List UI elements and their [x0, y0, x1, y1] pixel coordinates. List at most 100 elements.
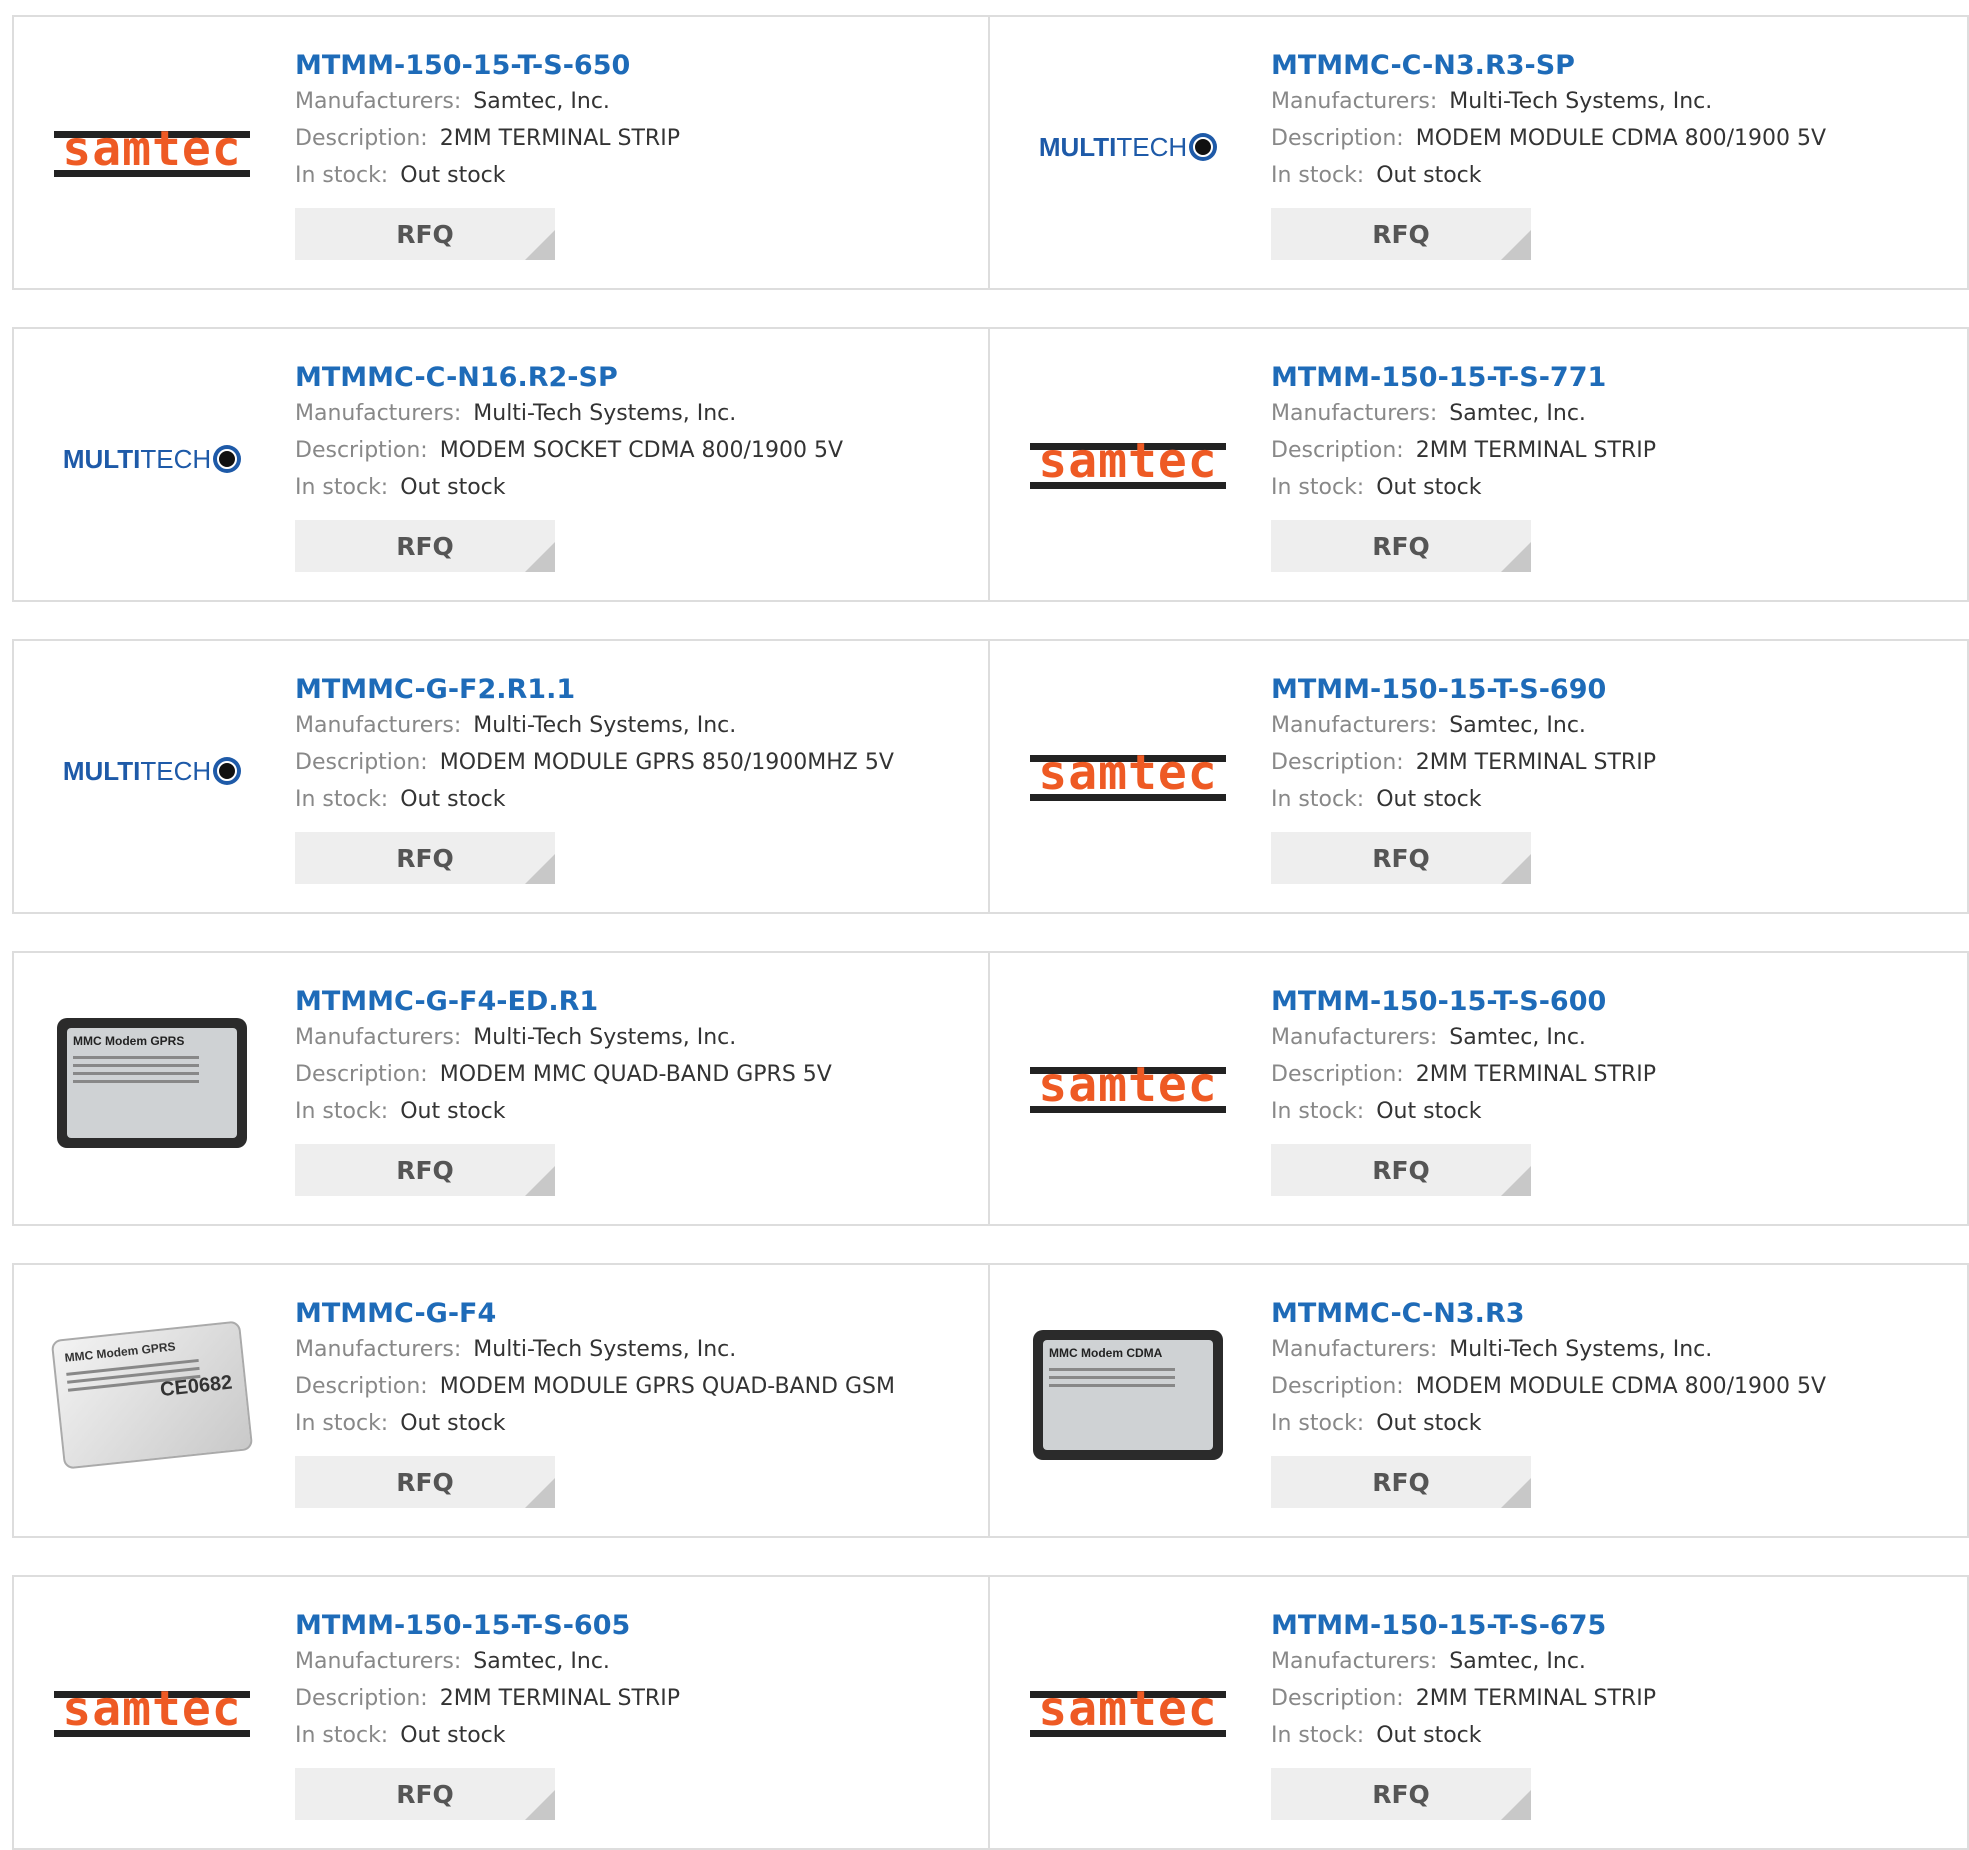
manufacturer-row: Manufacturers: Samtec, Inc. [1271, 395, 1947, 432]
description-row: Description: 2MM TERMINAL STRIP [1271, 1680, 1947, 1717]
product-image[interactable]: MMC Modem CDMA [1030, 1325, 1226, 1465]
product-image[interactable]: MMC Modem GPRS [54, 1013, 250, 1153]
description-value: 2MM TERMINAL STRIP [1415, 1062, 1656, 1087]
manufacturer-row: Manufacturers: Multi-Tech Systems, Inc. [1271, 83, 1947, 120]
product-title-link[interactable]: MTMMC-G-F4-ED.R1 [295, 985, 968, 1019]
stock-value: Out stock [1376, 1099, 1482, 1124]
manufacturer-label: Manufacturers: [1271, 1025, 1438, 1050]
samtec-logo[interactable]: samtec [1030, 389, 1226, 529]
samtec-logo[interactable]: samtec [1030, 701, 1226, 841]
manufacturer-value: Samtec, Inc. [1449, 713, 1586, 738]
samtec-logo[interactable]: samtec [54, 1637, 250, 1777]
stock-value: Out stock [400, 1411, 506, 1436]
manufacturer-value: Multi-Tech Systems, Inc. [473, 1337, 737, 1362]
stock-label: In stock: [295, 1099, 389, 1124]
rfq-button[interactable]: RFQ [295, 520, 555, 572]
rfq-button[interactable]: RFQ [295, 832, 555, 884]
rfq-button[interactable]: RFQ [1271, 1144, 1531, 1196]
stock-label: In stock: [295, 787, 389, 812]
stock-value: Out stock [400, 163, 506, 188]
product-title-link[interactable]: MTMM-150-15-T-S-650 [295, 49, 968, 83]
stock-row: In stock: Out stock [295, 469, 968, 506]
product-card: samtec MTMM-150-15-T-S-650 Manufacturers… [12, 15, 990, 290]
manufacturer-label: Manufacturers: [1271, 401, 1438, 426]
product-title-link[interactable]: MTMM-150-15-T-S-605 [295, 1609, 968, 1643]
product-title-link[interactable]: MTMMC-C-N16.R2-SP [295, 361, 968, 395]
product-title-link[interactable]: MTMMC-C-N3.R3 [1271, 1297, 1947, 1331]
description-value: MODEM SOCKET CDMA 800/1900 5V [439, 438, 843, 463]
multitech-logo[interactable]: MULTI TECH [1030, 77, 1226, 217]
description-value: MODEM MMC QUAD-BAND GPRS 5V [439, 1062, 832, 1087]
samtec-logo[interactable]: samtec [54, 77, 250, 217]
manufacturer-row: Manufacturers: Samtec, Inc. [1271, 1643, 1947, 1680]
stock-value: Out stock [1376, 1411, 1482, 1436]
description-label: Description: [1271, 126, 1404, 151]
product-title-link[interactable]: MTMM-150-15-T-S-690 [1271, 673, 1947, 707]
rfq-button[interactable]: RFQ [295, 208, 555, 260]
description-label: Description: [1271, 1062, 1404, 1087]
rfq-button[interactable]: RFQ [1271, 208, 1531, 260]
manufacturer-label: Manufacturers: [295, 89, 462, 114]
product-card: MMC Modem CDMA MTMMC-C-N3.R3 Manufacture… [990, 1263, 1969, 1538]
stock-value: Out stock [400, 1099, 506, 1124]
manufacturer-row: Manufacturers: Multi-Tech Systems, Inc. [295, 707, 968, 744]
description-label: Description: [295, 750, 428, 775]
description-label: Description: [295, 1686, 428, 1711]
manufacturer-value: Samtec, Inc. [1449, 1649, 1586, 1674]
description-label: Description: [295, 438, 428, 463]
multitech-logo[interactable]: MULTI TECH [54, 389, 250, 529]
product-title-link[interactable]: MTMMC-C-N3.R3-SP [1271, 49, 1947, 83]
stock-value: Out stock [400, 475, 506, 500]
manufacturer-row: Manufacturers: Multi-Tech Systems, Inc. [1271, 1331, 1947, 1368]
multitech-logo[interactable]: MULTI TECH [54, 701, 250, 841]
rfq-button[interactable]: RFQ [295, 1768, 555, 1820]
description-value: 2MM TERMINAL STRIP [1415, 1686, 1656, 1711]
product-card: MULTI TECH MTMMC-G-F2.R1.1 Manufacturers:… [12, 639, 990, 914]
description-row: Description: 2MM TERMINAL STRIP [295, 120, 968, 157]
stock-label: In stock: [295, 475, 389, 500]
rfq-button[interactable]: RFQ [1271, 1456, 1531, 1508]
stock-row: In stock: Out stock [295, 1093, 968, 1130]
description-row: Description: MODEM MMC QUAD-BAND GPRS 5V [295, 1056, 968, 1093]
rfq-button[interactable]: RFQ [1271, 832, 1531, 884]
rfq-button[interactable]: RFQ [1271, 1768, 1531, 1820]
product-title-link[interactable]: MTMMC-G-F2.R1.1 [295, 673, 968, 707]
description-row: Description: MODEM SOCKET CDMA 800/1900 5… [295, 432, 968, 469]
description-row: Description: 2MM TERMINAL STRIP [295, 1680, 968, 1717]
product-image[interactable]: MMC Modem GPRS CE0682 [50, 1320, 254, 1470]
product-card: MMC Modem GPRS MTMMC-G-F4-ED.R1 Manufact… [12, 951, 990, 1226]
manufacturer-value: Samtec, Inc. [1449, 401, 1586, 426]
manufacturer-label: Manufacturers: [1271, 713, 1438, 738]
rfq-button[interactable]: RFQ [295, 1144, 555, 1196]
product-title-link[interactable]: MTMMC-G-F4 [295, 1297, 968, 1331]
manufacturer-label: Manufacturers: [295, 1025, 462, 1050]
stock-label: In stock: [295, 163, 389, 188]
samtec-logo[interactable]: samtec [1030, 1013, 1226, 1153]
description-row: Description: 2MM TERMINAL STRIP [1271, 1056, 1947, 1093]
product-title-link[interactable]: MTMM-150-15-T-S-771 [1271, 361, 1947, 395]
description-row: Description: MODEM MODULE CDMA 800/1900 5… [1271, 120, 1947, 157]
product-card: MMC Modem GPRS CE0682 MTMMC-G-F4 Manufact… [12, 1263, 990, 1538]
stock-label: In stock: [1271, 1723, 1365, 1748]
stock-row: In stock: Out stock [1271, 157, 1947, 194]
stock-row: In stock: Out stock [1271, 469, 1947, 506]
description-value: MODEM MODULE CDMA 800/1900 5V [1415, 1374, 1827, 1399]
product-title-link[interactable]: MTMM-150-15-T-S-600 [1271, 985, 1947, 1019]
manufacturer-value: Multi-Tech Systems, Inc. [1449, 89, 1713, 114]
rfq-button[interactable]: RFQ [295, 1456, 555, 1508]
manufacturer-row: Manufacturers: Multi-Tech Systems, Inc. [295, 395, 968, 432]
manufacturer-value: Samtec, Inc. [1449, 1025, 1586, 1050]
manufacturer-label: Manufacturers: [1271, 1337, 1438, 1362]
rfq-button[interactable]: RFQ [1271, 520, 1531, 572]
manufacturer-row: Manufacturers: Multi-Tech Systems, Inc. [295, 1019, 968, 1056]
description-value: MODEM MODULE GPRS QUAD-BAND GSM [439, 1374, 895, 1399]
samtec-logo[interactable]: samtec [1030, 1637, 1226, 1777]
stock-label: In stock: [1271, 1099, 1365, 1124]
description-row: Description: MODEM MODULE GPRS QUAD-BAND … [295, 1368, 968, 1405]
stock-value: Out stock [1376, 1723, 1482, 1748]
description-row: Description: MODEM MODULE GPRS 850/1900MH… [295, 744, 968, 781]
product-title-link[interactable]: MTMM-150-15-T-S-675 [1271, 1609, 1947, 1643]
description-label: Description: [295, 126, 428, 151]
stock-value: Out stock [1376, 787, 1482, 812]
product-card: samtec MTMM-150-15-T-S-605 Manufacturers… [12, 1575, 990, 1850]
